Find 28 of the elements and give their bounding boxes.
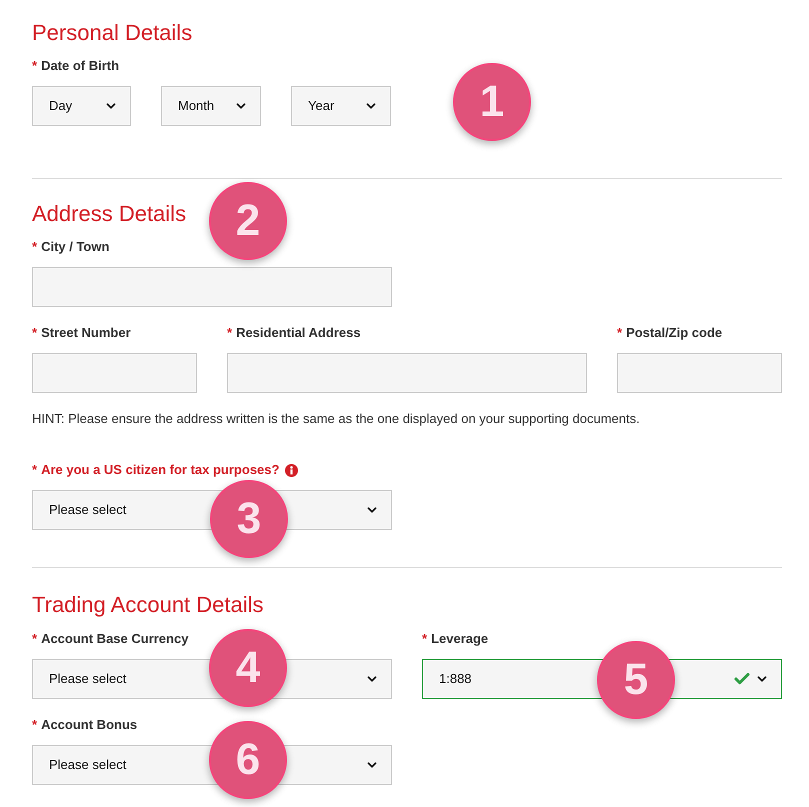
required-marker: *	[32, 325, 38, 341]
required-marker: *	[32, 631, 38, 647]
step-callout-tooltip: 5	[597, 641, 675, 719]
required-marker: *	[227, 325, 232, 341]
required-marker: *	[32, 462, 38, 478]
field-label: Residential Address	[236, 325, 361, 341]
step-callout-tooltip: 6	[209, 721, 287, 799]
required-marker: *	[32, 58, 38, 74]
required-marker: *	[32, 239, 38, 255]
step-callout-tooltip: 1	[453, 63, 531, 141]
field-label: Street Number	[41, 325, 131, 341]
step-callout-tooltip: 3	[210, 480, 288, 558]
step-callout-tooltip: 4	[209, 629, 287, 707]
field-label: Are you a US citizen for tax purposes?	[41, 462, 280, 478]
section-heading: Trading Account Details	[32, 592, 264, 618]
field-label: Date of Birth	[41, 58, 120, 74]
required-marker: *	[422, 631, 428, 647]
field-label: Account Base Currency	[41, 631, 188, 647]
required-marker: *	[617, 325, 622, 341]
field-label: Account Bonus	[41, 717, 138, 733]
hint-text: HINT: Please ensure the address written is the same as the one displayed on your supporting documents.	[32, 411, 641, 427]
field-label: Leverage	[431, 631, 488, 647]
section-heading: Personal Details	[32, 20, 192, 46]
field-label: City / Town	[41, 239, 110, 255]
section-heading: Address Details	[32, 201, 186, 227]
required-marker: *	[32, 717, 38, 733]
step-callout-tooltip: 2	[209, 182, 287, 260]
field-label: Postal/Zip code	[626, 325, 722, 341]
